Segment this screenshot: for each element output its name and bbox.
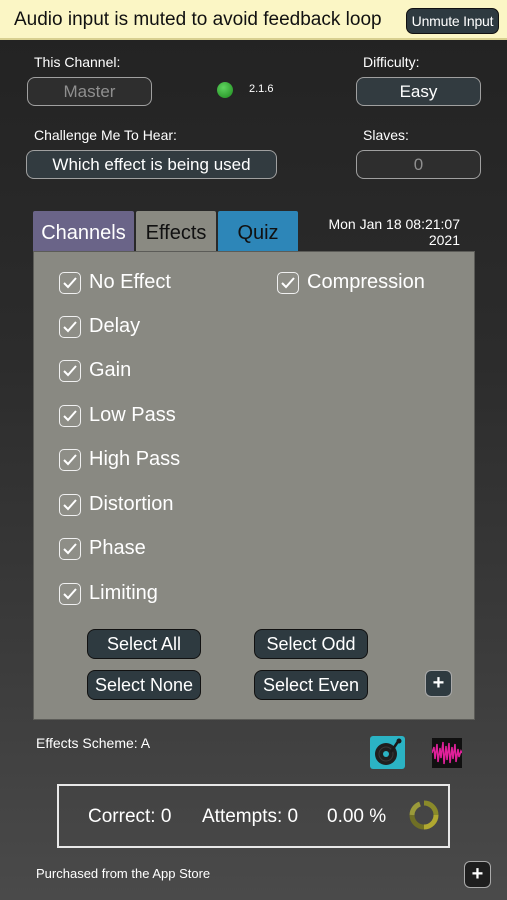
correct-count: Correct: 0 — [88, 806, 172, 827]
difficulty-select[interactable]: Easy — [356, 77, 481, 106]
check-icon — [63, 277, 77, 289]
purchase-status: Purchased from the App Store — [36, 866, 211, 881]
difficulty-label: Difficulty: — [363, 54, 420, 70]
select-all-button[interactable]: Select All — [87, 629, 201, 659]
effect-label-limiting: Limiting — [89, 582, 158, 604]
checkbox-low-pass[interactable] — [59, 405, 81, 427]
select-odd-button[interactable]: Select Odd — [254, 629, 368, 659]
checkbox-no-effect[interactable] — [59, 272, 81, 294]
check-icon — [63, 454, 77, 466]
score-box: Correct: 0 Attempts: 0 0.00 % — [57, 784, 450, 848]
effect-label-gain: Gain — [89, 359, 132, 381]
effect-label-high-pass: High Pass — [89, 448, 181, 470]
checkbox-gain[interactable] — [59, 360, 81, 382]
add-effect-button[interactable]: + — [425, 670, 452, 697]
check-icon — [63, 588, 77, 600]
checkbox-high-pass[interactable] — [59, 449, 81, 471]
tab-channels[interactable]: Channels — [33, 211, 134, 251]
checkbox-distortion[interactable] — [59, 494, 81, 516]
slaves-field[interactable]: 0 — [356, 150, 481, 179]
datetime-display: Mon Jan 18 08:21:07 2021 — [305, 216, 460, 248]
challenge-select[interactable]: Which effect is being used — [26, 150, 277, 179]
datetime-line2: 2021 — [428, 232, 460, 248]
effects-scheme-label: Effects Scheme: A — [36, 735, 151, 751]
datetime-line1: Mon Jan 18 08:21:07 — [328, 216, 460, 232]
feedback-warning-banner: Audio input is muted to avoid feedback l… — [0, 0, 507, 40]
check-icon — [63, 321, 77, 333]
check-icon — [63, 410, 77, 422]
challenge-label: Challenge Me To Hear: — [34, 127, 177, 143]
vinyl-record-icon[interactable] — [370, 736, 405, 769]
select-none-button[interactable]: Select None — [87, 670, 201, 700]
version-label: 2.1.6 — [249, 83, 274, 95]
effect-label-compression: Compression — [307, 271, 425, 293]
checkbox-limiting[interactable] — [59, 583, 81, 605]
footer-plus-button[interactable]: + — [464, 861, 491, 888]
unmute-input-button[interactable]: Unmute Input — [406, 8, 499, 34]
effect-label-phase: Phase — [89, 537, 146, 559]
channel-label: This Channel: — [34, 54, 121, 70]
check-icon — [63, 543, 77, 555]
banner-message: Audio input is muted to avoid feedback l… — [14, 9, 382, 30]
check-icon — [281, 277, 295, 289]
tab-effects[interactable]: Effects — [136, 211, 216, 251]
channel-field[interactable]: Master — [27, 77, 152, 106]
refresh-spinner-icon[interactable] — [409, 800, 439, 830]
checkbox-compression[interactable] — [277, 272, 299, 294]
tab-quiz[interactable]: Quiz — [218, 211, 298, 251]
attempts-count: Attempts: 0 — [202, 806, 299, 827]
score-percent: 0.00 % — [327, 806, 387, 827]
check-icon — [63, 499, 77, 511]
checkbox-delay[interactable] — [59, 316, 81, 338]
effects-panel: No Effect Compression Delay Gain Low Pas… — [33, 251, 475, 720]
checkbox-phase[interactable] — [59, 538, 81, 560]
effect-label-low-pass: Low Pass — [89, 404, 176, 426]
status-led-icon — [217, 82, 233, 98]
check-icon — [63, 365, 77, 377]
select-even-button[interactable]: Select Even — [254, 670, 368, 700]
effect-label-delay: Delay — [89, 315, 141, 337]
waveform-icon[interactable] — [431, 738, 463, 768]
effect-label-distortion: Distortion — [89, 493, 174, 515]
effect-label-no-effect: No Effect — [89, 271, 171, 293]
slaves-label: Slaves: — [363, 127, 409, 143]
